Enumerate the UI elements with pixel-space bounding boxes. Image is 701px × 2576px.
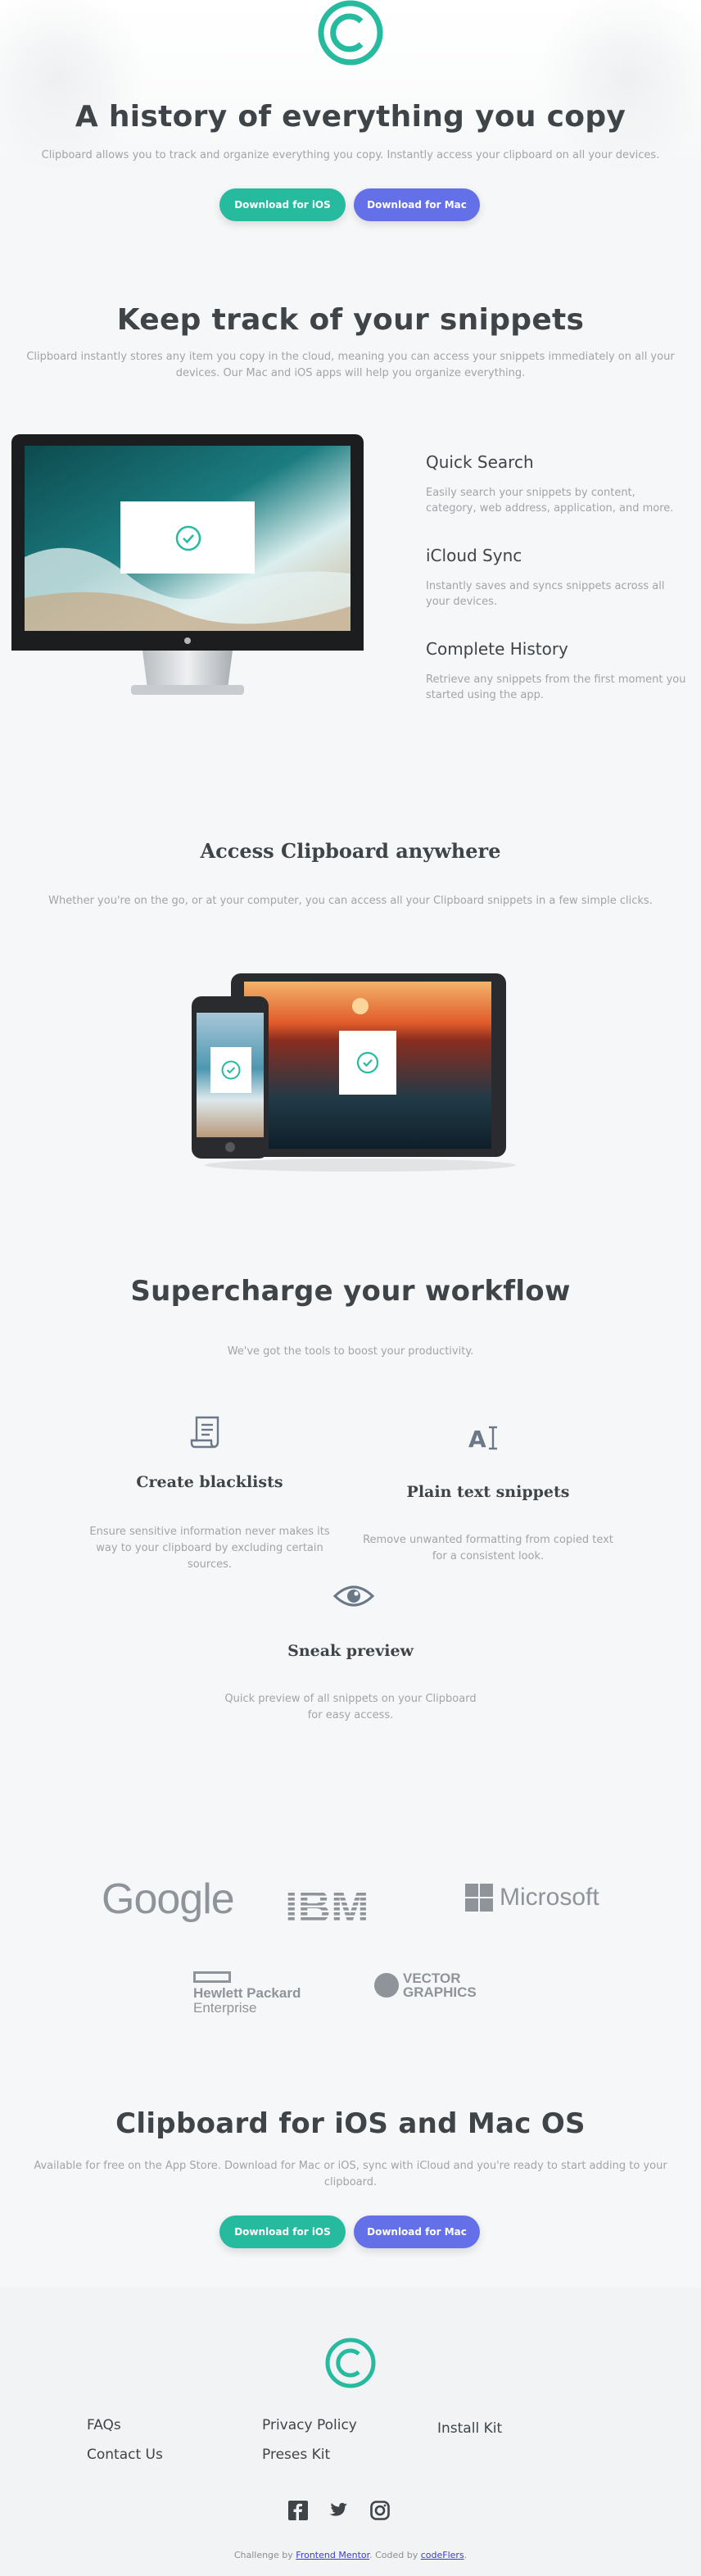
footer-link-contact[interactable]: Contact Us xyxy=(87,2447,163,2463)
snippets-subtitle: Clipboard instantly stores any item you … xyxy=(26,351,675,379)
footer-link-install[interactable]: Install Kit xyxy=(437,2420,502,2437)
feature-text: Easily search your snippets by content, … xyxy=(426,487,674,515)
eye-icon xyxy=(332,1583,375,1609)
download-mac-button[interactable]: Download for Mac xyxy=(354,188,480,221)
attribution-suffix: . xyxy=(464,2550,468,2560)
footer-link-press[interactable]: Preses Kit xyxy=(262,2447,330,2463)
clipboard-logo-icon xyxy=(316,0,385,69)
blacklist-icon xyxy=(188,1414,226,1450)
ibm-logo-text: IBM xyxy=(285,1883,369,1927)
card-title: Create blacklists xyxy=(136,1473,283,1491)
access-title: Access Clipboard anywhere xyxy=(200,839,501,863)
monitor-image xyxy=(11,434,364,705)
card-text: Remove unwanted formatting from copied t… xyxy=(363,1534,613,1562)
checkmark-icon xyxy=(220,1059,242,1081)
microsoft-squares-icon xyxy=(465,1884,493,1912)
text-cursor-icon: A xyxy=(468,1424,501,1453)
feature-title: Quick Search xyxy=(426,452,534,472)
vector-line1: VECTOR xyxy=(403,1971,461,1986)
workflow-subtitle: We've got the tools to boost your produc… xyxy=(227,1345,474,1358)
instagram-icon[interactable] xyxy=(370,2501,390,2520)
access-subtitle: Whether you're on the go, or at your com… xyxy=(48,895,653,907)
ibm-logo: IBM xyxy=(285,1880,395,1932)
hero-subtitle: Clipboard allows you to track and organi… xyxy=(41,149,660,161)
feature-title: Complete History xyxy=(426,639,568,659)
feature-icloud-sync: iCloud Sync Instantly saves and syncs sn… xyxy=(426,546,688,610)
hero-title: A history of everything you copy xyxy=(75,100,626,134)
vector-line2: GRAPHICS xyxy=(403,1984,477,2000)
download-ios-button[interactable]: Download for iOS xyxy=(219,2215,346,2248)
feature-text: Instantly saves and syncs snippets acros… xyxy=(426,580,665,608)
checkmark-icon xyxy=(174,524,202,552)
card-text: Quick preview of all snippets on your Cl… xyxy=(224,1693,477,1721)
hpe-rectangle-icon xyxy=(193,1971,231,1983)
workflow-title: Supercharge your workflow xyxy=(130,1275,571,1308)
download-ios-button[interactable]: Download for iOS xyxy=(219,188,346,221)
twitter-icon[interactable] xyxy=(328,2501,350,2519)
card-text: Ensure sensitive information never makes… xyxy=(89,1526,330,1571)
download-mac-button[interactable]: Download for Mac xyxy=(354,2215,480,2248)
feature-quick-search: Quick Search Easily search your snippets… xyxy=(426,452,688,516)
author-link[interactable]: codeFlers xyxy=(421,2550,464,2560)
microsoft-logo: Microsoft xyxy=(465,1883,599,1912)
svg-text:A: A xyxy=(468,1426,486,1452)
microsoft-logo-text: Microsoft xyxy=(500,1884,599,1911)
facebook-icon[interactable] xyxy=(288,2501,308,2520)
attribution-prefix: Challenge by xyxy=(233,2550,293,2560)
cta-subtitle: Available for free on the App Store. Dow… xyxy=(34,2160,667,2188)
snippets-title: Keep track of your snippets xyxy=(116,303,585,337)
feature-text: Retrieve any snippets from the first mom… xyxy=(426,673,686,701)
footer-logo-icon xyxy=(324,2337,377,2389)
vector-circle-icon xyxy=(374,1973,399,1998)
checkmark-icon xyxy=(355,1050,380,1075)
footer-link-faqs[interactable]: FAQs xyxy=(87,2417,121,2433)
hpe-logo: Hewlett Packard Enterprise xyxy=(193,1971,316,2016)
cta-title: Clipboard for iOS and Mac OS xyxy=(115,2107,586,2140)
google-logo: Google xyxy=(102,1875,235,1923)
card-title: Plain text snippets xyxy=(406,1483,570,1501)
hpe-line1: Hewlett Packard xyxy=(193,1985,301,2001)
vector-graphics-logo: VECTOR GRAPHICS xyxy=(373,1971,477,1999)
card-title: Sneak preview xyxy=(287,1642,414,1660)
attribution: Challenge by Frontend Mentor. Coded by c… xyxy=(0,2550,701,2560)
attribution-mid: . Coded by xyxy=(369,2550,418,2560)
footer-link-privacy[interactable]: Privacy Policy xyxy=(262,2417,357,2433)
feature-title: iCloud Sync xyxy=(426,546,522,565)
hpe-line2: Enterprise xyxy=(193,2000,257,2016)
frontend-mentor-link[interactable]: Frontend Mentor xyxy=(296,2550,369,2560)
feature-complete-history: Complete History Retrieve any snippets f… xyxy=(426,639,688,703)
